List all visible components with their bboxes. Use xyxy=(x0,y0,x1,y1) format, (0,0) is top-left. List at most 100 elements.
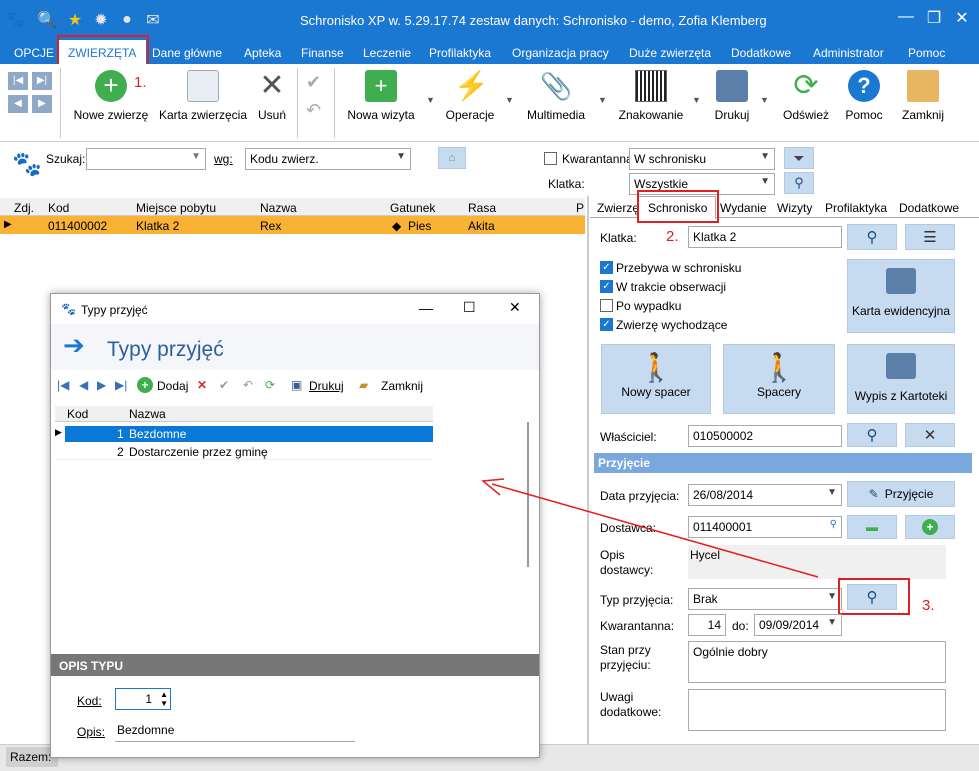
menu-opcje[interactable]: OPCJE xyxy=(14,46,54,60)
delete-icon[interactable]: ✕ xyxy=(197,378,207,392)
menu-dodatkowe[interactable]: Dodatkowe xyxy=(731,46,791,60)
minimize-button[interactable]: — xyxy=(894,8,918,26)
multimedia-button[interactable]: 📎 Multimedia xyxy=(522,70,590,122)
dialog-minimize-button[interactable]: — xyxy=(419,300,433,316)
accept-icon[interactable]: ✔ xyxy=(219,378,229,392)
first-record-icon[interactable]: |◀ xyxy=(57,378,69,392)
quarantine-to-date[interactable]: 09/09/2014 ▼ xyxy=(754,614,842,636)
search-by-select[interactable]: Kodu zwierz. ▼ xyxy=(245,148,411,170)
dialog-maximize-button[interactable]: ☐ xyxy=(463,299,476,316)
search-input[interactable]: ▼ xyxy=(86,148,206,170)
undo-icon[interactable]: ↶ xyxy=(243,378,253,392)
vertical-scrollbar[interactable] xyxy=(527,422,529,567)
col-kod[interactable]: Kod xyxy=(67,407,88,421)
owner-clear-button[interactable]: ✕ xyxy=(905,423,955,447)
menu-leczenie[interactable]: Leczenie xyxy=(363,46,411,60)
delete-button[interactable]: ✕ Usuń xyxy=(252,70,292,123)
plus-icon[interactable]: + xyxy=(137,377,153,393)
tab-profilaktyka[interactable]: Profilaktyka xyxy=(825,201,887,215)
accept-icon[interactable]: ✔ xyxy=(306,72,321,93)
last-record-icon[interactable]: ▶| xyxy=(115,378,127,392)
condition-field[interactable]: Ogólnie dobry xyxy=(688,641,946,683)
filter-icon[interactable]: ▼ xyxy=(191,151,201,162)
circle-icon[interactable]: ● xyxy=(118,11,136,29)
prev-record-icon[interactable]: ◀ xyxy=(8,95,28,113)
print-button[interactable]: Drukuj xyxy=(710,70,754,122)
refresh-icon[interactable]: ⟳ xyxy=(265,378,275,392)
menu-administrator[interactable]: Administrator xyxy=(813,46,884,60)
col-p[interactable]: P xyxy=(576,201,584,215)
col-photo[interactable]: Zdj. xyxy=(14,201,34,215)
close-dialog-button[interactable]: Zamknij xyxy=(381,379,423,393)
registry-extract-button[interactable]: Wypis z Kartoteki xyxy=(847,344,955,414)
last-record-icon[interactable]: ▶| xyxy=(32,72,52,90)
stepper-arrows-icon[interactable]: ▲ ▼ xyxy=(160,690,168,708)
refresh-button[interactable]: ⟳ Odśwież xyxy=(778,70,834,123)
chevron-down-icon[interactable]: ▼ xyxy=(598,95,607,105)
next-record-icon[interactable]: ▶ xyxy=(97,378,106,392)
col-location[interactable]: Miejsce pobytu xyxy=(136,201,216,215)
chevron-down-icon[interactable]: ▼ xyxy=(760,95,769,105)
supplier-add-button[interactable]: + xyxy=(905,515,955,539)
search-button[interactable]: ⚲ xyxy=(784,172,814,194)
help-button[interactable]: ? Pomoc xyxy=(842,70,886,122)
admission-button[interactable]: ✎ Przyjęcie xyxy=(847,481,955,507)
magnifier-icon[interactable]: ⚲ xyxy=(830,519,837,530)
mail-icon[interactable]: ✉ xyxy=(144,11,162,29)
after-accident-checkbox[interactable] xyxy=(600,299,613,312)
quarantine-checkbox[interactable] xyxy=(544,152,557,165)
search-icon[interactable]: 🔍 xyxy=(37,11,57,29)
filter-button[interactable]: ⏷ xyxy=(784,147,814,169)
registration-card-button[interactable]: Karta ewidencyjna xyxy=(847,259,955,333)
operations-button[interactable]: ⚡ Operacje xyxy=(442,70,498,122)
owner-field[interactable]: 010500002 xyxy=(688,425,842,447)
add-button[interactable]: Dodaj xyxy=(157,379,188,393)
tab-dodatkowe[interactable]: Dodatkowe xyxy=(899,201,959,215)
menu-duze-zwierzeta[interactable]: Duże zwierzęta xyxy=(629,46,711,60)
first-record-icon[interactable]: |◀ xyxy=(8,72,28,90)
notes-field[interactable] xyxy=(688,689,946,731)
tab-wydanie[interactable]: Wydanie xyxy=(720,201,767,215)
chevron-down-icon[interactable]: ▼ xyxy=(692,95,701,105)
supplier-field[interactable]: 011400001 ⚲ xyxy=(688,516,842,538)
status-select[interactable]: W schronisku ▼ xyxy=(629,148,775,170)
print-button[interactable]: Drukuj xyxy=(309,379,344,393)
undo-icon[interactable]: ↶ xyxy=(306,100,321,121)
col-name[interactable]: Nazwa xyxy=(260,201,297,215)
description-field[interactable]: Bezdomne xyxy=(115,720,355,742)
cage-menu-button[interactable]: ☰ xyxy=(905,224,955,250)
menu-pomoc[interactable]: Pomoc xyxy=(908,46,945,60)
menu-finanse[interactable]: Finanse xyxy=(301,46,344,60)
quarantine-days-field[interactable]: 14 xyxy=(688,614,726,636)
cage-search-button[interactable]: ⚲ xyxy=(847,224,897,250)
star-icon[interactable]: ★ xyxy=(66,11,84,29)
restore-button[interactable]: ❐ xyxy=(922,8,946,28)
new-visit-button[interactable]: + Nowa wizyta xyxy=(344,70,418,122)
table-row[interactable]: 2 Dostarczenie przez gminę xyxy=(55,444,433,460)
supplier-vehicle-button[interactable]: ▬ xyxy=(847,515,897,539)
walks-button[interactable]: 🚶 Spacery xyxy=(723,344,835,414)
dialog-close-button[interactable]: ✕ xyxy=(509,299,521,316)
chevron-down-icon[interactable]: ▼ xyxy=(505,95,514,105)
next-record-icon[interactable]: ▶ xyxy=(32,95,52,113)
outgoing-animal-checkbox[interactable]: ✓ xyxy=(600,318,613,331)
new-walk-button[interactable]: 🚶 Nowy spacer xyxy=(601,344,711,414)
tab-wizyty[interactable]: Wizyty xyxy=(777,201,812,215)
admission-date-field[interactable]: 26/08/2014 ▼ xyxy=(688,484,842,506)
col-code[interactable]: Kod xyxy=(48,201,69,215)
marking-button[interactable]: Znakowanie xyxy=(616,70,686,122)
col-breed[interactable]: Rasa xyxy=(468,201,496,215)
owner-search-button[interactable]: ⚲ xyxy=(847,423,897,447)
tab-zwierze[interactable]: Zwierzę xyxy=(597,201,639,215)
menu-organizacja-pracy[interactable]: Organizacja pracy xyxy=(512,46,609,60)
shelter-icon[interactable]: ⌂ xyxy=(438,147,466,169)
observation-checkbox[interactable]: ✓ xyxy=(600,280,613,293)
prev-record-icon[interactable]: ◀ xyxy=(79,378,88,392)
code-stepper[interactable]: 1 ▲ ▼ xyxy=(115,688,171,710)
splitter[interactable] xyxy=(587,196,589,771)
col-species[interactable]: Gatunek xyxy=(390,201,435,215)
in-shelter-checkbox[interactable]: ✓ xyxy=(600,261,613,274)
animal-card-button[interactable]: Karta zwierzęcia xyxy=(158,70,248,122)
col-nazwa[interactable]: Nazwa xyxy=(129,407,166,421)
admission-type-select[interactable]: Brak ▼ xyxy=(688,588,842,610)
